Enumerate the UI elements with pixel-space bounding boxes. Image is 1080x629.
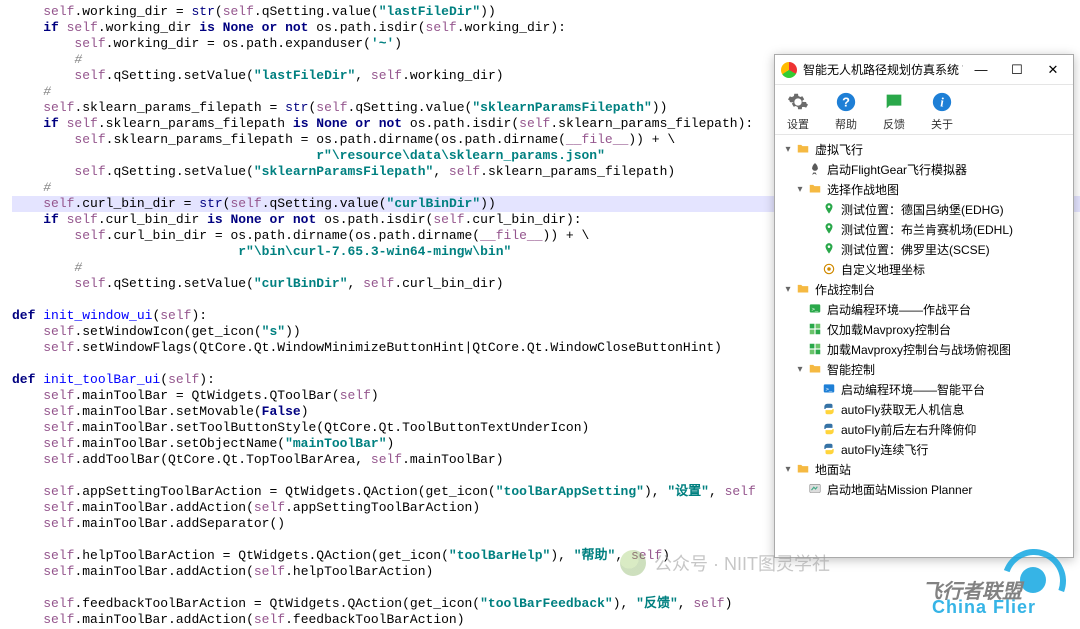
- tree-item[interactable]: ▾ 选择作战地图: [779, 179, 1069, 199]
- toolbar: 设置? 帮助 反馈 i 关于: [775, 85, 1073, 135]
- toolbar-help-button[interactable]: ? 帮助: [829, 89, 863, 132]
- tree-item[interactable]: 测试位置：佛罗里达(SCSE): [779, 239, 1069, 259]
- svg-text:>_: >_: [826, 387, 833, 393]
- toolbar-label: 关于: [931, 116, 953, 132]
- tree-item-label: 测试位置：佛罗里达(SCSE): [841, 241, 990, 258]
- tree-item-label: 加载Mavproxy控制台与战场俯视图: [827, 341, 1011, 358]
- tree-item[interactable]: >_ 启动编程环境——智能平台: [779, 379, 1069, 399]
- titlebar[interactable]: 智能无人机路径规划仿真系统 V1.0.0 — ☐ ✕: [775, 55, 1073, 85]
- tree-item-label: autoFly前后左右升降俯仰: [841, 421, 976, 438]
- twisty-icon[interactable]: ▾: [793, 184, 807, 195]
- code-line[interactable]: [12, 580, 1080, 596]
- py-icon: [821, 401, 837, 417]
- pin-icon: [821, 201, 837, 217]
- toolbar-label: 帮助: [835, 116, 857, 132]
- mp-icon: [807, 481, 823, 497]
- maximize-button[interactable]: ☐: [999, 56, 1035, 84]
- code-line[interactable]: self.working_dir = os.path.expanduser('~…: [12, 36, 1080, 52]
- tree-item-label: autoFly连续飞行: [841, 441, 928, 458]
- tree-item[interactable]: ▾ 地面站: [779, 459, 1069, 479]
- grid-icon: [807, 341, 823, 357]
- toolbar-label: 设置: [787, 116, 809, 132]
- tree-item[interactable]: ▾ 智能控制: [779, 359, 1069, 379]
- twisty-icon[interactable]: ▾: [793, 364, 807, 375]
- tree-item[interactable]: ▾ 虚拟飞行: [779, 139, 1069, 159]
- code-line[interactable]: self.feedbackToolBarAction = QtWidgets.Q…: [12, 596, 1080, 612]
- tree-item[interactable]: 测试位置：德国吕纳堡(EDHG): [779, 199, 1069, 219]
- code-line[interactable]: if self.working_dir is None or not os.pa…: [12, 20, 1080, 36]
- tree-item[interactable]: 测试位置：布兰肯赛机场(EDHL): [779, 219, 1069, 239]
- tree-item-label: 作战控制台: [815, 281, 875, 298]
- svg-text:>_: >_: [812, 307, 819, 313]
- toolbar-about-button[interactable]: i 关于: [925, 89, 959, 132]
- code-line[interactable]: self.mainToolBar.addAction(self.feedback…: [12, 612, 1080, 628]
- tree-item[interactable]: 启动地面站Mission Planner: [779, 479, 1069, 499]
- tree-item-label: 启动编程环境——智能平台: [841, 381, 985, 398]
- app-icon: [781, 62, 797, 78]
- twisty-icon[interactable]: ▾: [781, 144, 795, 155]
- window-title: 智能无人机路径规划仿真系统 V1.0.0: [803, 61, 963, 78]
- tree-item-label: 地面站: [815, 461, 851, 478]
- folder-icon: [795, 281, 811, 297]
- pin-icon: [821, 241, 837, 257]
- tree-item-label: 启动地面站Mission Planner: [827, 481, 972, 498]
- toolbar-settings-button[interactable]: 设置: [781, 89, 815, 132]
- tree-item-label: autoFly获取无人机信息: [841, 401, 964, 418]
- tree-item-label: 启动FlightGear飞行模拟器: [827, 161, 967, 178]
- twisty-icon[interactable]: ▾: [781, 464, 795, 475]
- tree-item[interactable]: 启动FlightGear飞行模拟器: [779, 159, 1069, 179]
- py-icon: [821, 421, 837, 437]
- svg-text:?: ?: [842, 95, 850, 110]
- folder-icon: [807, 181, 823, 197]
- folder-icon: [795, 461, 811, 477]
- folder-icon: [807, 361, 823, 377]
- rocket-icon: [807, 161, 823, 177]
- help-icon: ?: [833, 89, 859, 115]
- tree-view[interactable]: ▾ 虚拟飞行启动FlightGear飞行模拟器 ▾ 选择作战地图测试位置：德国吕纳堡(…: [775, 135, 1073, 573]
- feedback-icon: [881, 89, 907, 115]
- tree-item[interactable]: 仅加载Mavproxy控制台: [779, 319, 1069, 339]
- tree-item[interactable]: 加载Mavproxy控制台与战场俯视图: [779, 339, 1069, 359]
- svg-text:i: i: [940, 96, 944, 110]
- target-icon: [821, 261, 837, 277]
- tree-item-label: 仅加载Mavproxy控制台: [827, 321, 951, 338]
- twisty-icon[interactable]: ▾: [781, 284, 795, 295]
- tree-item[interactable]: ▾ 作战控制台: [779, 279, 1069, 299]
- term-b-icon: >_: [821, 381, 837, 397]
- minimize-button[interactable]: —: [963, 56, 999, 84]
- tree-item-label: 自定义地理坐标: [841, 261, 925, 278]
- tree-item-label: 测试位置：布兰肯赛机场(EDHL): [841, 221, 1013, 238]
- grid-icon: [807, 321, 823, 337]
- tree-item-label: 测试位置：德国吕纳堡(EDHG): [841, 201, 1004, 218]
- folder-icon: [795, 141, 811, 157]
- tree-item-label: 智能控制: [827, 361, 875, 378]
- settings-icon: [785, 89, 811, 115]
- code-line[interactable]: self.working_dir = str(self.qSetting.val…: [12, 4, 1080, 20]
- close-button[interactable]: ✕: [1035, 56, 1071, 84]
- about-icon: i: [929, 89, 955, 115]
- tree-item-label: 虚拟飞行: [815, 141, 863, 158]
- tree-item[interactable]: autoFly连续飞行: [779, 439, 1069, 459]
- term-g-icon: >_: [807, 301, 823, 317]
- tree-item-label: 启动编程环境——作战平台: [827, 301, 971, 318]
- pin-icon: [821, 221, 837, 237]
- py-icon: [821, 441, 837, 457]
- app-window: 智能无人机路径规划仿真系统 V1.0.0 — ☐ ✕ 设置? 帮助 反馈 i 关于 ▾ 虚…: [774, 54, 1074, 558]
- tree-item[interactable]: 自定义地理坐标: [779, 259, 1069, 279]
- tree-item-label: 选择作战地图: [827, 181, 899, 198]
- tree-item[interactable]: autoFly前后左右升降俯仰: [779, 419, 1069, 439]
- tree-item[interactable]: autoFly获取无人机信息: [779, 399, 1069, 419]
- tree-item[interactable]: >_ 启动编程环境——作战平台: [779, 299, 1069, 319]
- toolbar-label: 反馈: [883, 116, 905, 132]
- toolbar-feedback-button[interactable]: 反馈: [877, 89, 911, 132]
